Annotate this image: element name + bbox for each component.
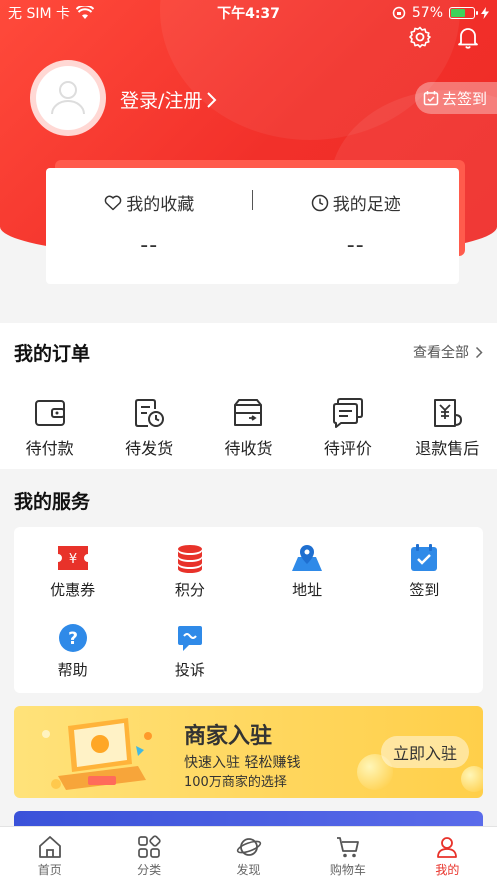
complaint-icon (177, 626, 202, 651)
chevron-right-icon (475, 346, 483, 358)
points-icon (177, 545, 202, 573)
orders-title: 我的订单 (14, 342, 91, 365)
order-label: 待评价 (323, 439, 372, 458)
coupon-icon: ¥ (57, 546, 88, 570)
service-label: 地址 (292, 581, 323, 599)
service-signin[interactable]: 签到 (366, 533, 483, 613)
clock-icon (311, 194, 328, 211)
planet-icon (236, 838, 261, 856)
settings-gear-icon[interactable] (407, 24, 433, 50)
home-icon (38, 836, 61, 858)
map-pin-icon (292, 545, 323, 571)
service-coupon[interactable]: ¥ 优惠券 (14, 533, 131, 613)
footprints-count: -- (346, 233, 365, 258)
tab-label: 我的 (435, 863, 460, 877)
tab-cart[interactable]: 购物车 (298, 827, 397, 883)
calendar-check-icon (423, 91, 439, 106)
order-pending-review[interactable]: 待评价 (303, 397, 393, 459)
avatar[interactable] (30, 60, 106, 136)
my-favorites[interactable]: 我的收藏 -- (46, 168, 253, 284)
tab-label: 发现 (236, 863, 261, 877)
order-label: 待收货 (224, 439, 273, 458)
tab-discover[interactable]: 发现 (199, 827, 298, 883)
services-header: 我的服务 (0, 475, 497, 525)
clock: 下午4:37 (217, 6, 280, 22)
refund-icon (434, 399, 463, 427)
order-label: 退款售后 (415, 439, 480, 458)
bottom-tab-bar: 首页 分类 发现 购物车 我的 (0, 826, 497, 883)
service-complaint[interactable]: 投诉 (131, 613, 248, 691)
service-address[interactable]: 地址 (249, 533, 366, 613)
login-register-link[interactable]: 登录/注册 (120, 86, 218, 113)
banner-title: 商家入驻 (184, 724, 273, 749)
banner-subtitle: 快速入驻 轻松赚钱 (184, 755, 301, 771)
merchant-join-banner[interactable]: 商家入驻 快速入驻 轻松赚钱 100万商家的选择 立即入驻 (14, 706, 483, 798)
join-now-button[interactable]: 立即入驻 (380, 736, 469, 768)
wallet-icon (34, 400, 65, 426)
service-label: 投诉 (174, 661, 205, 679)
heart-icon (104, 195, 122, 210)
view-all-orders-link[interactable]: 查看全部 (413, 342, 483, 362)
tab-home[interactable]: 首页 (0, 827, 99, 883)
tab-mine[interactable]: 我的 (398, 827, 497, 883)
svg-text:¥: ¥ (68, 552, 76, 567)
favorites-label: 我的收藏 (126, 195, 195, 215)
tab-label: 首页 (37, 863, 62, 877)
favorites-count: -- (140, 233, 159, 258)
comment-icon (332, 398, 363, 428)
status-bar: 无 SIM 卡 下午4:37 57% (0, 0, 497, 26)
service-points[interactable]: 积分 (131, 533, 248, 613)
delivery-box-icon (234, 399, 263, 426)
signin-label: 去签到 (441, 89, 487, 108)
chevron-right-icon (207, 91, 217, 108)
tab-label: 分类 (137, 863, 162, 877)
order-label: 待发货 (125, 439, 174, 458)
notification-bell-icon[interactable] (455, 24, 481, 50)
service-help[interactable]: ? 帮助 (14, 613, 131, 691)
login-label: 登录/注册 (120, 90, 203, 112)
cart-icon (336, 837, 359, 858)
services-grid: ¥ 优惠券 积分 地址 签到 ? 帮助 投诉 (14, 527, 483, 693)
service-label: 积分 (174, 581, 205, 599)
order-refund-aftersale[interactable]: 退款售后 (402, 397, 492, 459)
order-pending-payment[interactable]: 待付款 (5, 397, 95, 459)
tab-category[interactable]: 分类 (99, 827, 198, 883)
divider (252, 190, 253, 210)
battery-icon (449, 7, 478, 19)
category-icon (138, 835, 161, 858)
order-label: 待付款 (25, 439, 74, 458)
service-label: 帮助 (57, 661, 88, 679)
pending-ship-icon (135, 399, 165, 427)
svg-text:?: ? (68, 629, 78, 649)
order-pending-receipt[interactable]: 待收货 (203, 397, 293, 459)
service-label: 优惠券 (50, 581, 96, 599)
favorites-card: 我的收藏 -- 我的足迹 -- (46, 168, 459, 284)
daily-signin-button[interactable]: 去签到 (414, 82, 497, 114)
my-footprints[interactable]: 我的足迹 -- (253, 168, 460, 284)
order-pending-shipment[interactable]: 待发货 (104, 397, 194, 459)
view-all-label: 查看全部 (413, 345, 469, 361)
calendar-check-icon (411, 544, 438, 571)
services-title: 我的服务 (14, 490, 91, 513)
help-icon: ? (58, 624, 87, 652)
service-label: 签到 (409, 581, 440, 599)
merchant-illustration (42, 718, 152, 790)
orders-section: 我的订单 查看全部 待付款 待发货 待收货 待评价 退款售后 (0, 323, 497, 469)
user-placeholder-icon (51, 81, 85, 115)
footprints-label: 我的足迹 (332, 195, 401, 215)
tab-label: 购物车 (329, 863, 366, 877)
person-icon (437, 837, 458, 858)
banner-note: 100万商家的选择 (184, 775, 287, 790)
